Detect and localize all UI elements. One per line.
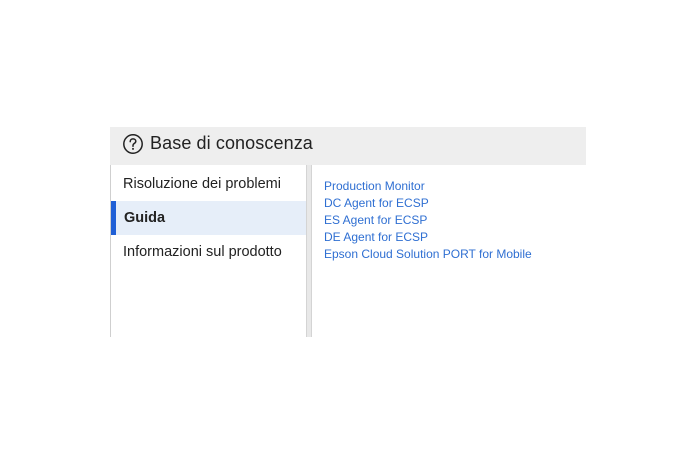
sidebar-item-troubleshooting[interactable]: Risoluzione dei problemi	[111, 167, 307, 201]
help-circle-icon	[123, 134, 143, 154]
sidebar-item-guide[interactable]: Guida	[111, 201, 307, 235]
sidebar-item-product-info[interactable]: Informazioni sul prodotto	[111, 235, 307, 269]
content-pane: Production Monitor DC Agent for ECSP ES …	[312, 165, 586, 337]
link-de-agent[interactable]: DE Agent for ECSP	[324, 230, 428, 244]
panel-header: Base di conoscenza	[110, 127, 586, 165]
link-es-agent[interactable]: ES Agent for ECSP	[324, 213, 427, 227]
link-production-monitor[interactable]: Production Monitor	[324, 179, 425, 193]
knowledge-base-panel: Base di conoscenza Risoluzione dei probl…	[110, 127, 586, 337]
page-title: Base di conoscenza	[150, 133, 313, 153]
link-epson-cloud-port-mobile[interactable]: Epson Cloud Solution PORT for Mobile	[324, 247, 532, 261]
link-dc-agent[interactable]: DC Agent for ECSP	[324, 196, 429, 210]
sidebar: Risoluzione dei problemi Guida Informazi…	[110, 165, 307, 337]
